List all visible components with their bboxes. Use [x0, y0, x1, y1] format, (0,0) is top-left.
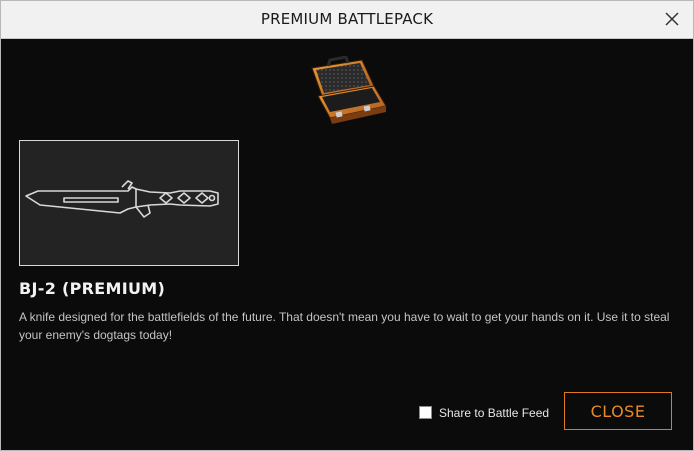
share-checkbox[interactable] [419, 405, 432, 419]
briefcase-icon [311, 56, 387, 124]
knife-icon [25, 180, 219, 218]
item-image [19, 140, 239, 266]
dialog-titlebar: PREMIUM BATTLEPACK [1, 1, 693, 39]
item-description: A knife designed for the battlefields of… [19, 310, 670, 342]
dialog-title: PREMIUM BATTLEPACK [260, 10, 434, 28]
item-name: BJ-2 (PREMIUM) [19, 279, 166, 298]
share-option[interactable]: Share to Battle Feed [419, 404, 549, 420]
battlepack-dialog: PREMIUM BATTLEPACK BJ-2 (PREMIUM) A knif… [0, 0, 694, 451]
close-x-icon[interactable] [663, 10, 681, 28]
share-label: Share to Battle Feed [439, 406, 550, 420]
close-button[interactable]: CLOSE [564, 392, 672, 430]
